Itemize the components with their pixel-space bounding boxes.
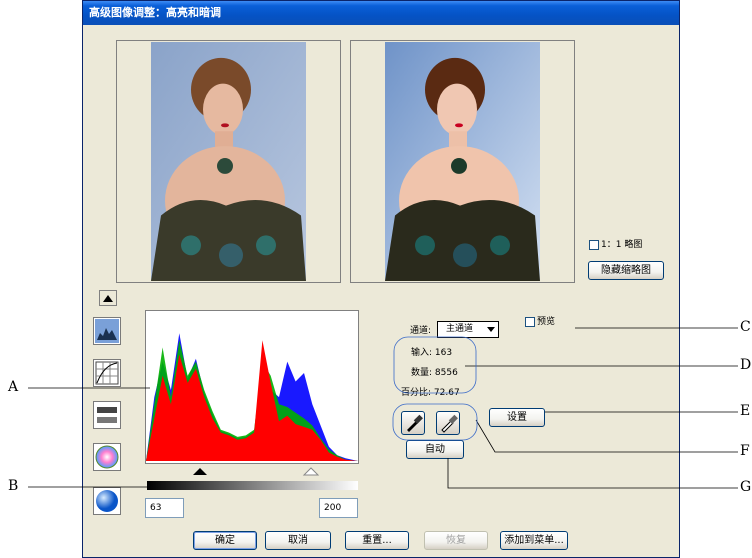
callout-a: A [8,379,19,395]
callout-d: D [740,357,752,373]
input-row: 输入: 163 [411,345,452,358]
ratio-checkbox-row[interactable]: 1：1 略图 [589,237,642,250]
curve-tool-button[interactable] [93,359,121,387]
window-title: 高级图像调整：高亮和暗调 [89,6,221,19]
cancel-button[interactable]: 取消 [265,531,331,550]
count-value: 8556 [434,368,458,378]
high-value-input[interactable]: 200 [319,498,358,518]
percent-label: 百分比: [401,388,432,398]
histogram-icon [95,319,119,343]
percent-value: 72.67 [433,388,460,398]
dialog-client: 1：1 略图 隐藏缩略图 63 200 通道: 主通道 预览 输入: 163 数… [83,25,679,557]
channel-dropdown[interactable]: 主通道 [437,321,499,338]
original-photo [151,42,306,281]
levels-tool-button[interactable] [93,401,121,429]
callout-c: C [740,319,751,335]
ratio-label: 1：1 略图 [601,240,643,250]
preview-checkbox[interactable] [525,316,535,327]
tone-gradient-bar [147,481,358,490]
channel-label: 通道: [410,326,432,336]
ok-button[interactable]: 确定 [193,531,257,550]
blue-sphere-icon [96,490,118,512]
curve-grid-icon [95,361,119,385]
settings-button[interactable]: 设置 [489,408,545,427]
adjusted-preview-panel [350,40,575,283]
input-value: 163 [434,348,453,358]
title-bar[interactable]: 高级图像调整：高亮和暗调 [83,1,679,25]
reset-button[interactable]: 重置... [345,531,409,550]
channel-value: 主通道 [446,324,474,334]
histogram-panel[interactable] [145,310,359,464]
callout-g: G [740,479,752,495]
black-eyedropper-button[interactable] [401,411,425,435]
callout-f: F [740,443,750,459]
restore-button: 恢复 [424,531,488,550]
input-label: 输入: [411,348,433,358]
black-eyedropper-icon [407,414,423,432]
color-wheel-icon [95,445,119,469]
count-row: 数量: 8556 [411,365,458,378]
white-eyedropper-button[interactable] [436,411,460,435]
levels-bars-icon [97,407,117,423]
original-photo-image [151,42,306,281]
triangle-up-icon [103,295,113,302]
percent-row: 百分比: 72.67 [401,385,460,398]
preview-label: 预览 [537,317,556,327]
adjusted-photo-image [385,42,540,281]
count-label: 数量: [411,368,433,378]
low-value-input[interactable]: 63 [145,498,184,518]
auto-button[interactable]: 自动 [406,440,464,459]
callout-b: B [8,478,19,494]
dialog-window: 高级图像调整：高亮和暗调 1：1 略图 隐藏缩略图 63 200 通道: 主通道… [82,0,680,558]
color-wheel-tool-button[interactable] [93,443,121,471]
sphere-tool-button[interactable] [93,487,121,515]
black-point-marker-icon[interactable] [191,466,209,476]
hide-thumbnail-button[interactable]: 隐藏缩略图 [588,261,664,280]
original-preview-panel [116,40,341,283]
histogram-chart [146,333,358,461]
histogram-tool-button[interactable] [93,317,121,345]
white-eyedropper-icon [441,414,458,433]
white-point-marker-icon[interactable] [302,466,320,476]
callout-e: E [740,403,751,419]
dropdown-arrow-icon [487,327,495,332]
add-to-menu-button[interactable]: 添加到菜单... [500,531,568,550]
scroll-up-button[interactable] [99,290,117,306]
ratio-checkbox[interactable] [589,239,599,250]
preview-checkbox-row[interactable]: 预览 [525,314,555,327]
adjusted-photo [385,42,540,281]
